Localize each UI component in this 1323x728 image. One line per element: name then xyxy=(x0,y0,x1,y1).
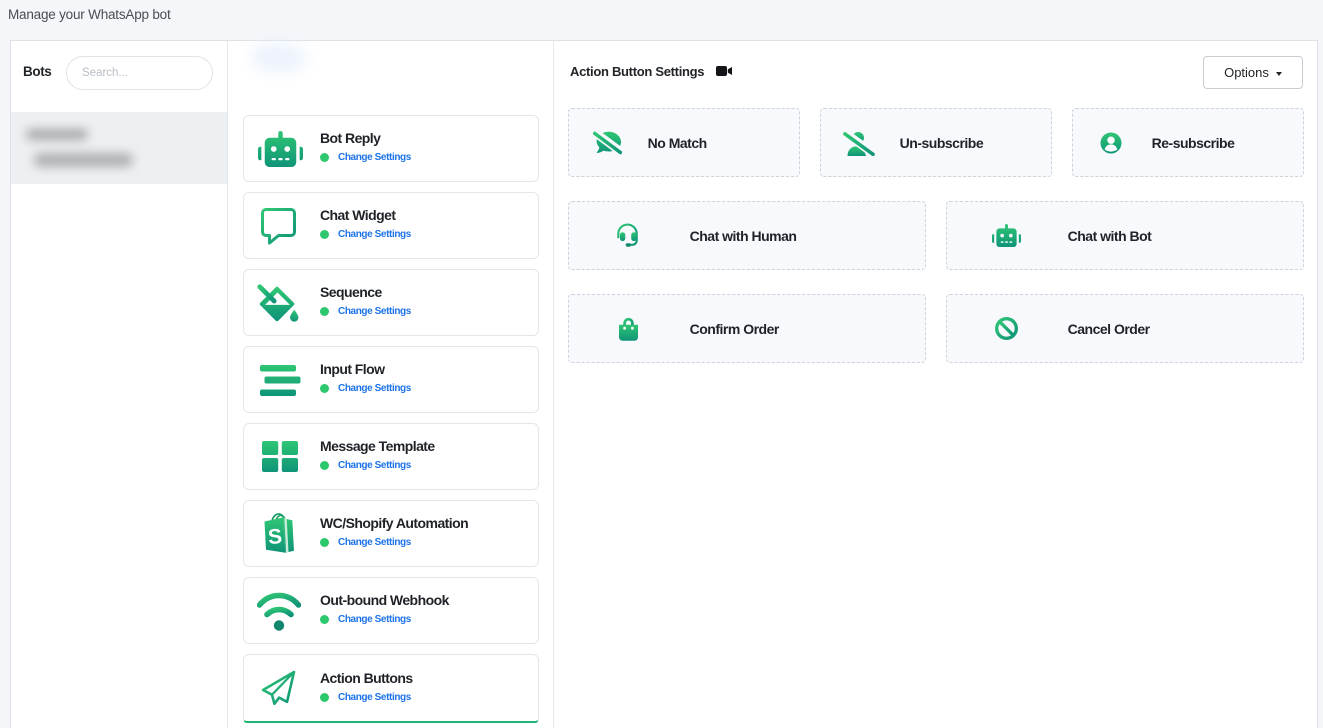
svg-text:S: S xyxy=(267,525,283,549)
